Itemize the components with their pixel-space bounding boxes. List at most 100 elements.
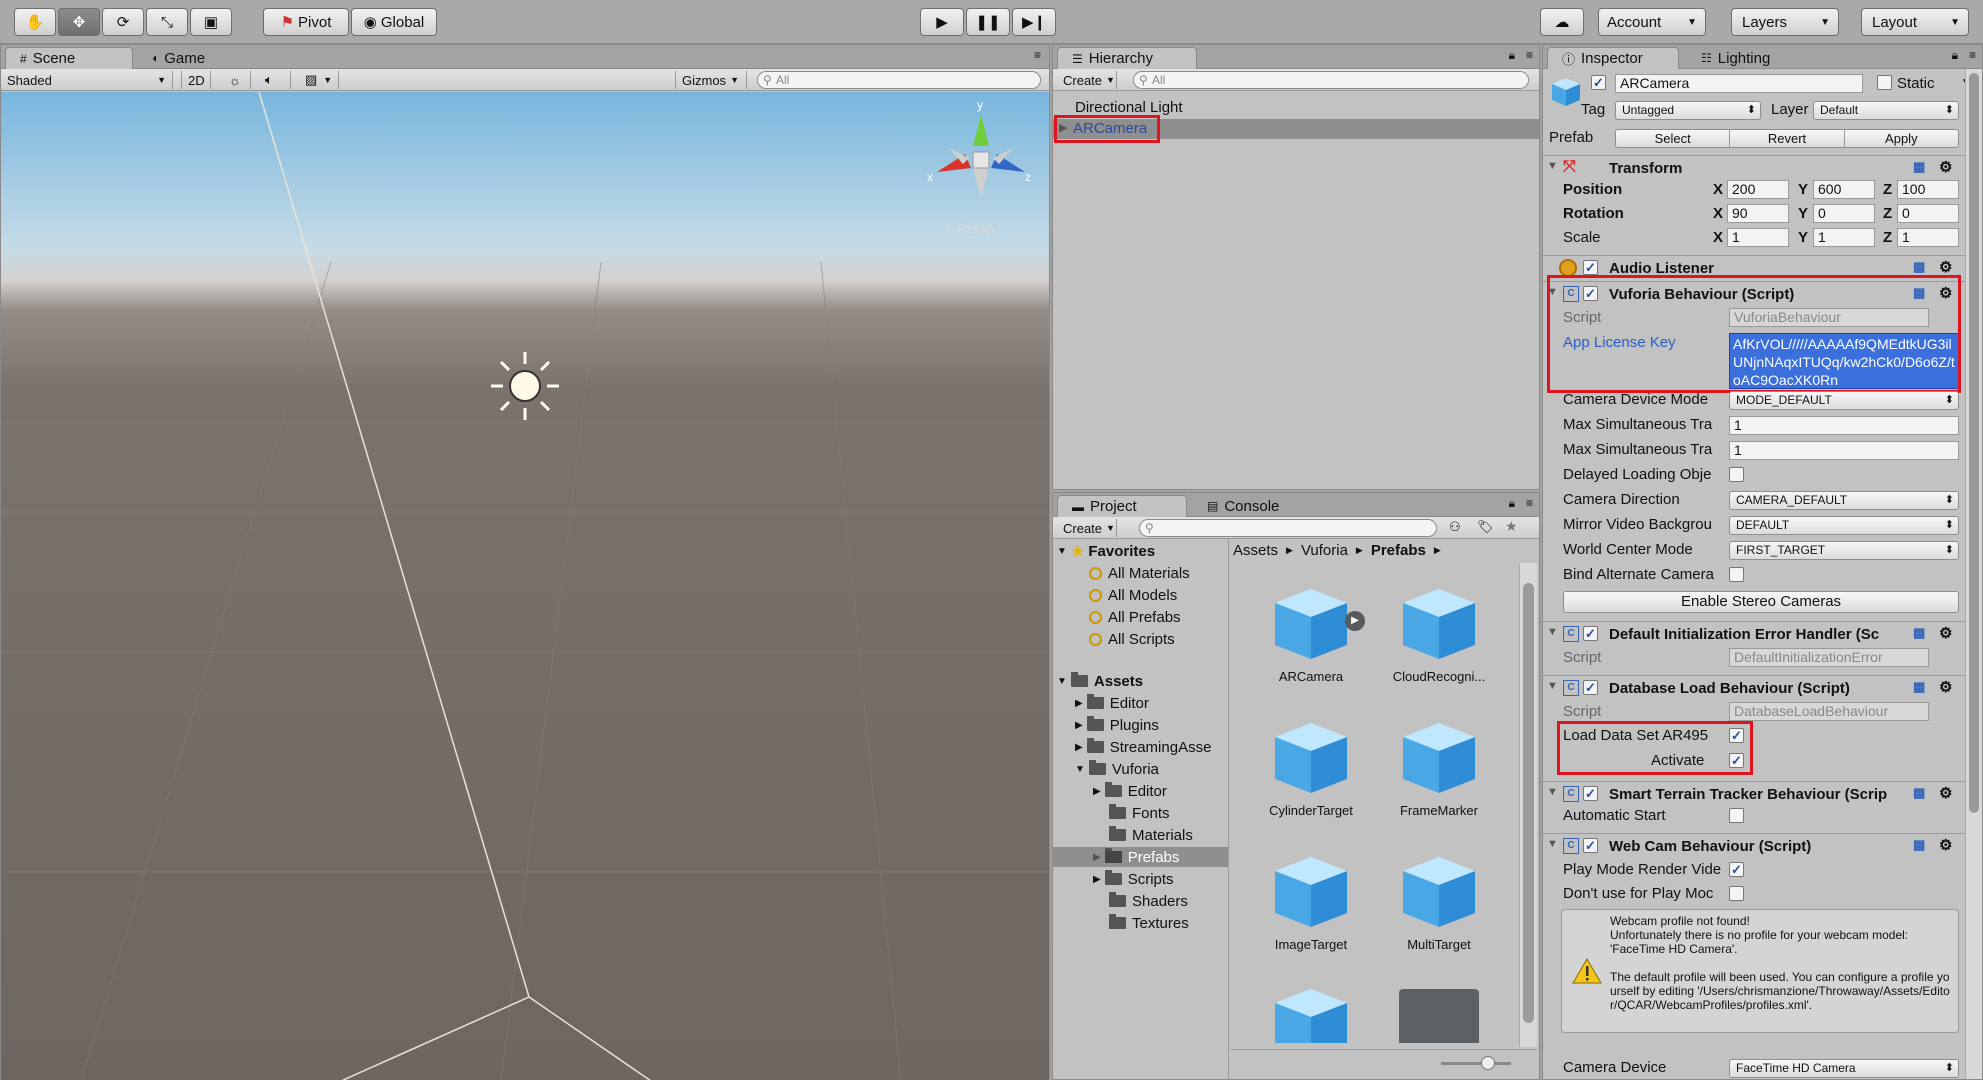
favorites-node[interactable]: ▼ ★ Favorites	[1057, 541, 1155, 561]
gear-icon[interactable]: ⚙	[1939, 836, 1952, 854]
scrollbar-thumb[interactable]	[1969, 73, 1979, 813]
shading-dropdown[interactable]: Shaded ▼	[1, 71, 173, 89]
rect-tool-button[interactable]: ▣	[190, 8, 232, 36]
tab-hierarchy[interactable]: ☰ Hierarchy	[1057, 47, 1197, 69]
camera-device-dropdown[interactable]: FaceTime HD Camera	[1729, 1059, 1959, 1078]
gear-icon[interactable]: ⚙	[1939, 258, 1952, 276]
scale-z-input[interactable]: 1	[1897, 228, 1959, 247]
panel-menu-icon[interactable]: ≡	[1526, 496, 1533, 510]
favorite-item[interactable]: All Prefabs	[1089, 607, 1181, 627]
tab-lighting[interactable]: ☷ Lighting	[1687, 47, 1817, 69]
tab-console[interactable]: ▤ Console	[1193, 495, 1313, 517]
slider-thumb[interactable]	[1481, 1056, 1495, 1070]
layout-dropdown[interactable]: Layout ▼	[1861, 8, 1969, 36]
folder-item[interactable]: ▶ Prefabs	[1093, 847, 1179, 867]
play-mode-render-checkbox[interactable]: ✓	[1729, 862, 1744, 877]
pause-button[interactable]: ❚❚	[966, 8, 1010, 36]
scene-search-input[interactable]: ⚲ All	[757, 71, 1041, 89]
webcam-behaviour-header[interactable]: ▼ C ✓ Web Cam Behaviour (Script) ▩ ⚙	[1543, 833, 1982, 859]
prefab-revert-button[interactable]: Revert	[1730, 130, 1845, 147]
breadcrumb-item[interactable]: Prefabs	[1371, 542, 1426, 559]
folder-item[interactable]: ▼ Vuforia	[1075, 759, 1159, 779]
script-field[interactable]: DefaultInitializationError	[1729, 648, 1929, 667]
prefab-cube-icon[interactable]	[1399, 717, 1479, 797]
scene-viewport[interactable]: y x z < Persp	[1, 92, 1049, 1080]
prefab-cube-icon[interactable]	[1399, 851, 1479, 931]
prefab-cube-icon[interactable]	[1271, 851, 1351, 931]
projection-label[interactable]: < Persp	[945, 220, 994, 236]
assets-node[interactable]: ▼ Assets	[1057, 671, 1143, 691]
audio-toggle[interactable]: 🔈︎	[259, 71, 291, 89]
folder-item[interactable]: ▶ Editor	[1075, 693, 1149, 713]
gameobject-active-checkbox[interactable]: ✓	[1591, 75, 1606, 90]
panel-menu-icon[interactable]: ≡	[1969, 48, 1976, 62]
enable-stereo-cameras-button[interactable]: Enable Stereo Cameras	[1563, 591, 1959, 613]
prefab-select-button[interactable]: Select	[1616, 130, 1731, 147]
help-book-icon[interactable]: ▩	[1913, 679, 1925, 695]
tab-inspector[interactable]: ⓘ Inspector	[1547, 47, 1679, 69]
position-x-input[interactable]: 200	[1727, 180, 1789, 199]
breadcrumb-item[interactable]: Assets	[1233, 542, 1278, 559]
prefab-cube-icon[interactable]	[1271, 583, 1351, 663]
star-icon[interactable]: ★	[1505, 518, 1518, 535]
scale-tool-button[interactable]: ⤡	[146, 8, 188, 36]
effects-dropdown[interactable]: ▨ ▼	[299, 71, 339, 89]
play-button[interactable]: ▶	[920, 8, 964, 36]
project-search-input[interactable]: ⚲	[1139, 519, 1437, 537]
default-init-handler-header[interactable]: ▼ C ✓ Default Initialization Error Handl…	[1543, 621, 1982, 647]
tab-scene[interactable]: # Scene	[5, 47, 133, 69]
automatic-start-checkbox[interactable]	[1729, 808, 1744, 823]
rotation-z-input[interactable]: 0	[1897, 204, 1959, 223]
hierarchy-search-input[interactable]: ⚲ All	[1133, 71, 1529, 89]
folder-item[interactable]: ▶ Scripts	[1093, 869, 1174, 889]
max-simultaneous-tracked-objects-input[interactable]: 1	[1729, 441, 1959, 460]
account-dropdown[interactable]: Account ▼	[1598, 8, 1706, 36]
tab-game[interactable]: ◖ Game	[137, 47, 237, 69]
step-button[interactable]: ▶❙	[1012, 8, 1056, 36]
camera-device-mode-dropdown[interactable]: MODE_DEFAULT	[1729, 391, 1959, 410]
gear-icon[interactable]: ⚙	[1939, 624, 1952, 642]
component-enabled-checkbox[interactable]: ✓	[1583, 838, 1598, 853]
gameobject-name-input[interactable]: ARCamera	[1615, 74, 1863, 93]
rotation-y-input[interactable]: 0	[1813, 204, 1875, 223]
pivot-toggle[interactable]: ⚑ Pivot	[263, 8, 349, 36]
help-book-icon[interactable]: ▩	[1913, 837, 1925, 853]
lock-icon[interactable]: 🔒︎	[1509, 496, 1515, 511]
folder-item[interactable]: Textures	[1109, 913, 1189, 933]
world-center-mode-dropdown[interactable]: FIRST_TARGET	[1729, 541, 1959, 560]
hand-tool-button[interactable]: ✋	[14, 8, 56, 36]
gear-icon[interactable]: ⚙	[1939, 158, 1952, 176]
favorite-item[interactable]: All Materials	[1089, 563, 1190, 583]
gear-icon[interactable]: ⚙	[1939, 784, 1952, 802]
scale-y-input[interactable]: 1	[1813, 228, 1875, 247]
smart-terrain-header[interactable]: ▼ C ✓ Smart Terrain Tracker Behaviour (S…	[1543, 781, 1982, 807]
transform-header[interactable]: ▼ ⤧ Transform ▩ ⚙	[1543, 155, 1982, 181]
max-simultaneous-tracked-images-input[interactable]: 1	[1729, 416, 1959, 435]
prefab-cube-icon[interactable]	[1399, 583, 1479, 663]
component-enabled-checkbox[interactable]: ✓	[1583, 680, 1598, 695]
prefab-apply-button[interactable]: Apply	[1845, 130, 1958, 147]
panel-menu-icon[interactable]: ≡	[1034, 48, 1041, 62]
script-field[interactable]: DatabaseLoadBehaviour	[1729, 702, 1929, 721]
filter-type-icon[interactable]: ⚇	[1449, 519, 1461, 535]
component-enabled-checkbox[interactable]: ✓	[1583, 626, 1598, 641]
rotation-x-input[interactable]: 90	[1727, 204, 1789, 223]
breadcrumb-item[interactable]: Vuforia	[1301, 542, 1348, 559]
folder-icon[interactable]	[1399, 989, 1479, 1043]
project-create-dropdown[interactable]: Create ▼	[1057, 519, 1117, 537]
dont-use-play-mode-checkbox[interactable]	[1729, 886, 1744, 901]
layers-dropdown[interactable]: Layers ▼	[1731, 8, 1839, 36]
prefab-cube-icon[interactable]	[1271, 983, 1351, 1043]
favorite-item[interactable]: All Scripts	[1089, 629, 1175, 649]
folder-item[interactable]: Materials	[1109, 825, 1193, 845]
folder-item[interactable]: ▶ Plugins	[1075, 715, 1159, 735]
camera-direction-dropdown[interactable]: CAMERA_DEFAULT	[1729, 491, 1959, 510]
component-enabled-checkbox[interactable]: ✓	[1583, 786, 1598, 801]
component-enabled-checkbox[interactable]: ✓	[1583, 260, 1598, 275]
icon-size-slider[interactable]	[1441, 1062, 1511, 1065]
cloud-button[interactable]: ☁	[1540, 8, 1584, 36]
scale-x-input[interactable]: 1	[1727, 228, 1789, 247]
help-book-icon[interactable]: ▩	[1913, 159, 1925, 175]
folder-item[interactable]: Shaders	[1109, 891, 1188, 911]
hierarchy-item-directional-light[interactable]: Directional Light	[1075, 97, 1183, 117]
